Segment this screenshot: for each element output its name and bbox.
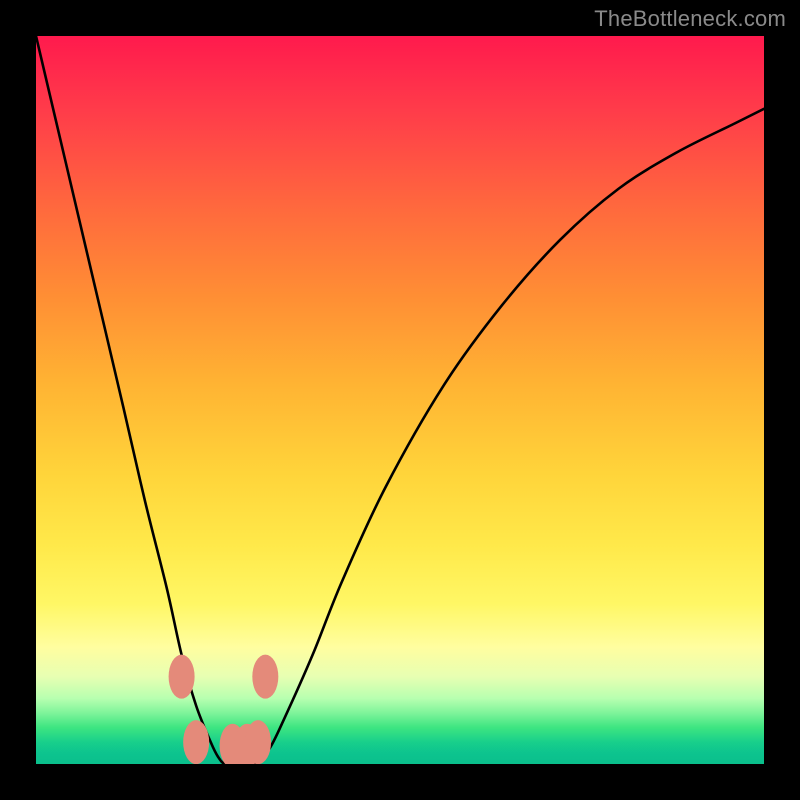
curve-overlay bbox=[36, 36, 764, 764]
marker-dot bbox=[169, 655, 195, 699]
marker-dot bbox=[245, 720, 271, 764]
marker-dot bbox=[183, 720, 209, 764]
plot-area bbox=[36, 36, 764, 764]
curve-line bbox=[36, 36, 764, 764]
marker-group bbox=[169, 655, 279, 764]
chart-frame: TheBottleneck.com bbox=[0, 0, 800, 800]
watermark-text: TheBottleneck.com bbox=[594, 6, 786, 32]
bottleneck-curve bbox=[36, 36, 764, 764]
marker-dot bbox=[252, 655, 278, 699]
